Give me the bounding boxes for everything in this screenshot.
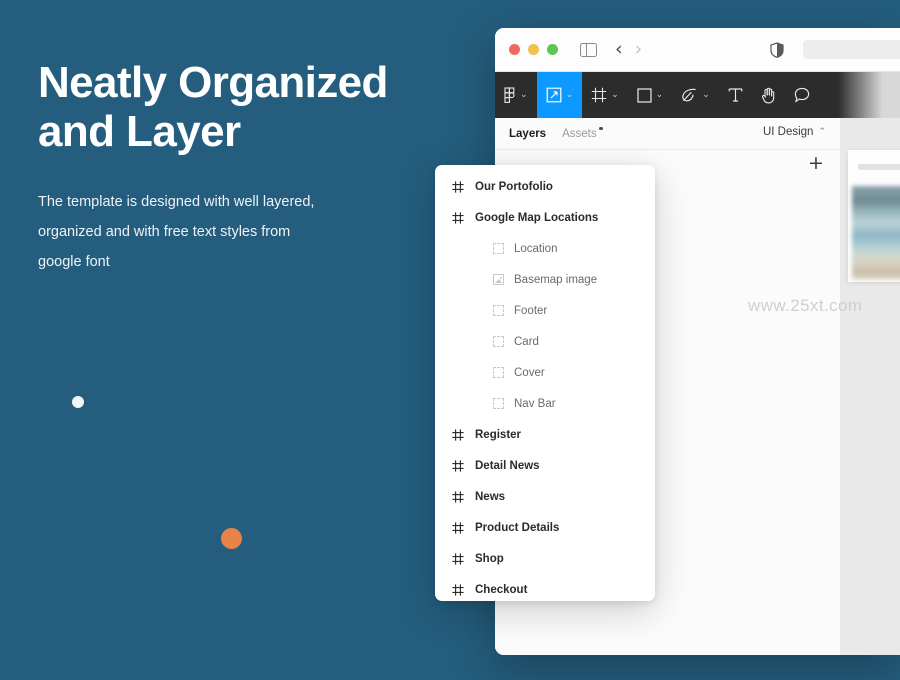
decorative-dot-white <box>72 396 84 408</box>
frame-icon <box>452 459 464 472</box>
rectangle-tool-icon <box>637 87 652 103</box>
design-toolbar: ⌄ ⌄ ⌄ ⌄ ⌄ <box>495 72 900 118</box>
screenshot-stage: Neatly Organized and Layer The template … <box>0 0 900 680</box>
tool-move-scale[interactable]: ⌄ <box>536 72 583 118</box>
list-item[interactable]: Detail News <box>435 450 655 481</box>
list-item-label: Shop <box>475 552 504 565</box>
list-item-label: Basemap image <box>514 273 598 286</box>
forward-arrow-icon[interactable]: › <box>635 40 643 59</box>
back-arrow-icon[interactable]: ‹ <box>615 40 623 59</box>
list-item[interactable]: News <box>435 481 655 512</box>
figma-logo-icon <box>504 86 516 104</box>
list-item-label: Detail News <box>475 459 540 472</box>
text-tool-icon <box>728 87 743 103</box>
list-item-label: Nav Bar <box>514 397 556 410</box>
watermark-text: www.25xt.com <box>748 296 863 315</box>
frame-icon <box>452 521 464 534</box>
scale-tool-icon <box>546 87 562 103</box>
tool-figma-menu[interactable]: ⌄ <box>495 72 537 118</box>
assets-badge-dot <box>599 126 603 130</box>
frame-icon <box>452 490 464 503</box>
list-item[interactable]: Product Details <box>435 512 655 543</box>
tool-shape[interactable]: ⌄ <box>628 72 673 118</box>
list-item[interactable]: Basemap image <box>435 264 655 295</box>
tab-assets-label: Assets <box>562 127 597 140</box>
chevron-down-icon: ⌄ <box>655 89 664 100</box>
frame-icon <box>452 428 464 441</box>
tool-text[interactable] <box>719 72 752 118</box>
comment-tool-icon <box>794 87 810 103</box>
sidebar-tabs: Layers Assets UI Design ⌃ <box>495 118 840 150</box>
tool-frame[interactable]: ⌄ <box>582 72 628 118</box>
list-item-label: Footer <box>514 304 548 317</box>
tool-hand[interactable] <box>752 72 785 118</box>
group-icon <box>493 336 504 347</box>
list-item-label: Register <box>475 428 522 441</box>
window-controls <box>509 44 558 55</box>
list-item[interactable]: Card <box>435 326 655 357</box>
design-canvas[interactable]: www.25xt.com <box>748 118 900 655</box>
canvas-mockup-frame[interactable] <box>848 150 900 282</box>
mockup-frame-label <box>858 164 900 170</box>
frame-tool-icon <box>591 87 607 103</box>
list-item[interactable]: Location <box>435 233 655 264</box>
tab-layers[interactable]: Layers <box>509 128 546 140</box>
list-item-label: News <box>475 490 506 503</box>
list-item-label: Cover <box>514 366 545 379</box>
list-item[interactable]: Footer <box>435 295 655 326</box>
list-item[interactable]: Shop <box>435 543 655 574</box>
group-icon <box>493 305 504 316</box>
toolbar-fade-overlay <box>838 72 900 118</box>
list-item-label: Card <box>514 335 539 348</box>
list-item-label: Location <box>514 242 558 255</box>
tool-pen[interactable]: ⌄ <box>672 72 719 118</box>
hero-section: Neatly Organized and Layer The template … <box>38 58 458 277</box>
image-icon <box>493 274 504 285</box>
chevron-down-icon: ⌄ <box>565 89 574 100</box>
mockup-preview-image <box>852 186 900 280</box>
hero-subtitle: The template is designed with well layer… <box>38 193 315 270</box>
chevron-down-icon: ⌄ <box>702 89 710 100</box>
hand-tool-icon <box>761 87 776 104</box>
list-item-label: Checkout <box>475 583 528 596</box>
frame-icon <box>452 583 464 596</box>
list-item[interactable]: Nav Bar <box>435 388 655 419</box>
chevron-down-icon: ⌄ <box>520 89 528 100</box>
page-title: Neatly Organized and Layer <box>38 58 388 157</box>
frame-icon <box>452 180 464 193</box>
tool-comment[interactable] <box>785 72 819 118</box>
layers-popover[interactable]: Our Portofolio Google Map Locations Locati… <box>435 165 655 601</box>
page-selector[interactable]: UI Design ⌃ <box>763 126 826 138</box>
page-name-label: UI Design <box>762 126 814 138</box>
shield-icon[interactable] <box>770 42 784 58</box>
list-item[interactable]: Register <box>435 419 655 450</box>
list-item[interactable]: Checkout <box>435 574 655 601</box>
address-bar-input[interactable] <box>803 40 900 59</box>
tab-assets[interactable]: Assets <box>562 126 603 140</box>
list-item-label: Product Details <box>475 521 560 534</box>
chevron-up-icon: ⌃ <box>818 127 826 137</box>
chevron-down-icon: ⌄ <box>611 89 619 100</box>
group-icon <box>493 243 504 254</box>
sidebar-toggle-icon[interactable] <box>580 42 597 57</box>
browser-toolbar: ‹ › <box>495 28 900 72</box>
minimize-button[interactable] <box>528 44 539 55</box>
pen-tool-icon <box>681 88 698 103</box>
list-item-label: Google Map Locations <box>475 211 599 224</box>
group-icon <box>493 398 504 409</box>
close-button[interactable] <box>509 44 520 55</box>
group-icon <box>493 367 504 378</box>
add-page-button[interactable]: + <box>808 154 824 173</box>
list-item[interactable]: Our Portofolio <box>435 171 655 202</box>
maximize-button[interactable] <box>547 44 558 55</box>
frame-icon <box>452 211 464 224</box>
frame-icon <box>452 552 464 565</box>
list-item-label: Our Portofolio <box>475 180 553 193</box>
list-item[interactable]: Cover <box>435 357 655 388</box>
decorative-dot-orange <box>221 528 242 549</box>
list-item[interactable]: Google Map Locations <box>435 202 655 233</box>
